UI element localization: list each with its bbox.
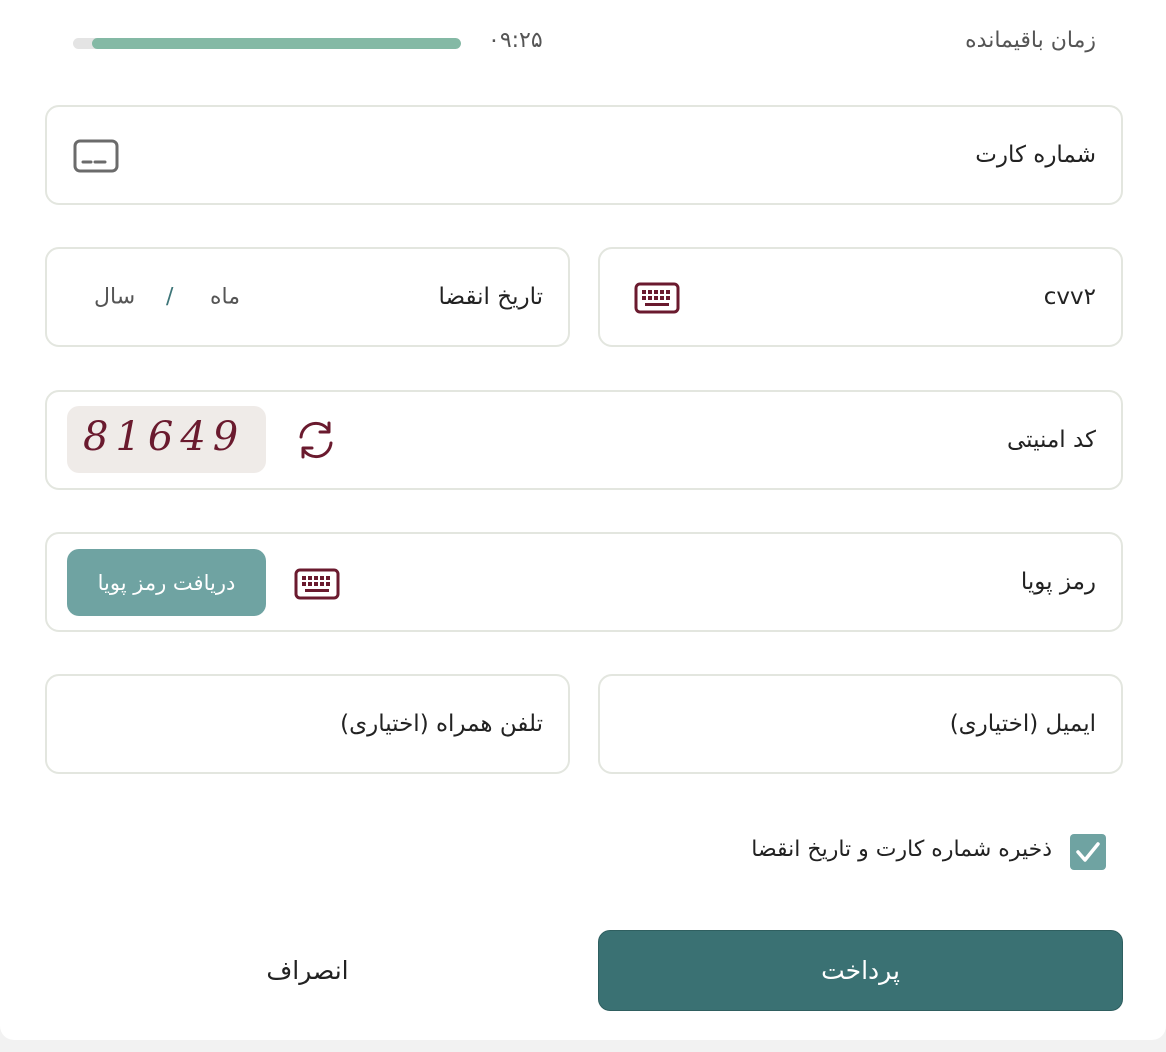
card-icon xyxy=(73,139,119,173)
timer-value: ۰۹:۲۵ xyxy=(488,28,543,53)
card-number-label: شماره کارت xyxy=(975,142,1096,168)
refresh-icon[interactable] xyxy=(295,419,337,461)
payment-form: زمان باقیمانده ۰۹:۲۵ شماره کارت تاریخ ان… xyxy=(0,0,1166,1040)
expiry-year-input[interactable]: سال xyxy=(94,285,135,310)
phone-field[interactable]: تلفن همراه (اختیاری) xyxy=(45,674,570,774)
get-otp-button[interactable]: دریافت رمز پویا xyxy=(67,549,266,616)
pay-button[interactable]: پرداخت xyxy=(598,930,1123,1011)
captcha-image: 81649 xyxy=(67,406,266,473)
captcha-label: کد امنیتی xyxy=(1006,427,1096,453)
checkmark-icon xyxy=(1076,842,1100,862)
save-card-checkbox[interactable] xyxy=(1070,834,1106,870)
timer-progress-fill xyxy=(92,38,461,49)
otp-field[interactable]: رمز پویا دریافت رمز پویا xyxy=(45,532,1123,632)
timer-label: زمان باقیمانده xyxy=(965,28,1096,53)
keyboard-icon[interactable] xyxy=(634,282,680,314)
email-field[interactable]: ایمیل (اختیاری) xyxy=(598,674,1123,774)
keyboard-icon[interactable] xyxy=(294,568,340,600)
otp-label: رمز پویا xyxy=(1020,569,1096,595)
expiry-date-label: تاریخ انقضا xyxy=(438,284,543,310)
expiry-date-field: تاریخ انقضا ماه / سال xyxy=(45,247,570,347)
email-label: ایمیل (اختیاری) xyxy=(949,711,1096,737)
cvv2-field[interactable]: cvv۲ xyxy=(598,247,1123,347)
timer-progress-bar xyxy=(73,38,461,49)
captcha-code: 81649 xyxy=(83,414,246,460)
cancel-button[interactable]: انصراف xyxy=(45,930,570,1011)
captcha-field[interactable]: کد امنیتی 81649 xyxy=(45,390,1123,490)
cvv2-label: cvv۲ xyxy=(1043,284,1096,310)
expiry-separator: / xyxy=(166,284,174,310)
phone-label: تلفن همراه (اختیاری) xyxy=(340,711,543,737)
save-card-label: ذخیره شماره کارت و تاریخ انقضا xyxy=(751,837,1052,862)
expiry-month-input[interactable]: ماه xyxy=(210,285,240,310)
card-number-field[interactable]: شماره کارت xyxy=(45,105,1123,205)
